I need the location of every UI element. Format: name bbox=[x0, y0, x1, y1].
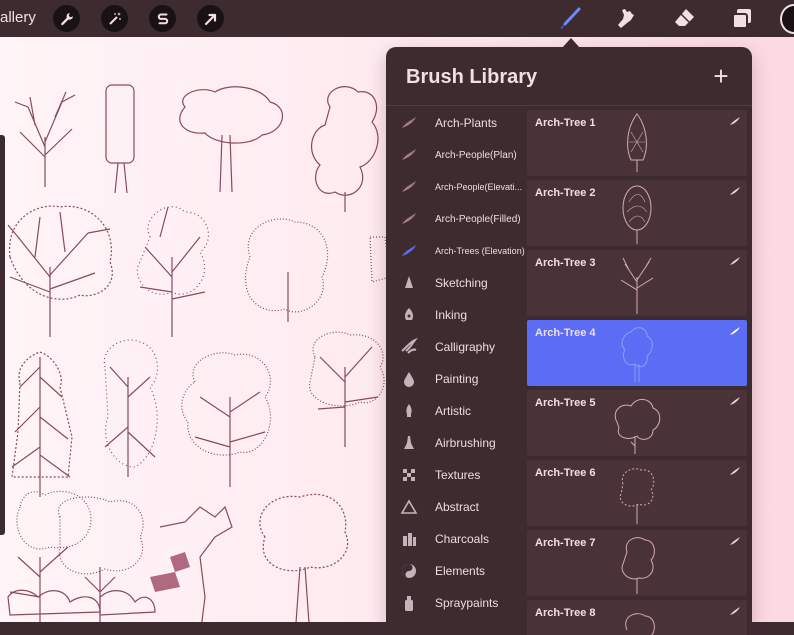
brush-stroke-icon bbox=[730, 257, 740, 265]
panel-title: Brush Library bbox=[406, 66, 538, 88]
brush-name: Arch-Tree 5 bbox=[535, 397, 596, 409]
smudge-icon[interactable] bbox=[612, 5, 640, 33]
tree-sketches-artwork bbox=[7, 84, 391, 635]
arrow-cursor-icon[interactable] bbox=[197, 5, 224, 32]
category-label: Textures bbox=[435, 468, 481, 482]
category-label: Abstract bbox=[435, 500, 480, 514]
triangle-icon bbox=[400, 498, 418, 516]
category-label: Calligraphy bbox=[435, 340, 496, 354]
selection-s-icon[interactable] bbox=[149, 5, 176, 32]
brush-preview bbox=[627, 113, 647, 172]
brush-name: Arch-Tree 3 bbox=[535, 257, 596, 269]
brush-icon[interactable] bbox=[556, 5, 584, 33]
category-spraypaints[interactable]: Spraypaints bbox=[386, 588, 526, 618]
category-label: Elements bbox=[435, 564, 486, 578]
brush-preview bbox=[621, 327, 653, 382]
texture-grid-icon bbox=[400, 466, 418, 484]
category-label: Sketching bbox=[435, 276, 488, 290]
brush-item-arch-tree-4[interactable]: Arch-Tree 4 bbox=[527, 320, 747, 386]
category-arch-people-elevation[interactable]: Arch-People(Elevati... bbox=[386, 172, 526, 202]
category-label: Spraypaints bbox=[435, 596, 499, 610]
category-arch-people-plan[interactable]: Arch-People(Plan) bbox=[386, 140, 526, 170]
category-label: Artistic bbox=[435, 404, 471, 418]
brush-preview bbox=[619, 468, 655, 524]
brush-stroke-icon bbox=[400, 210, 418, 228]
brush-stroke-icon bbox=[730, 187, 740, 195]
category-label: Charcoals bbox=[435, 532, 490, 546]
airbrush-icon bbox=[400, 434, 418, 452]
brush-stroke-icon bbox=[730, 607, 740, 615]
brush-stroke-icon bbox=[400, 178, 418, 196]
category-sketching[interactable]: Sketching bbox=[386, 268, 526, 298]
top-toolbar: allery bbox=[0, 0, 794, 37]
brush-preview bbox=[621, 537, 655, 594]
brush-preview bbox=[622, 185, 652, 244]
category-artistic[interactable]: Artistic bbox=[386, 396, 526, 426]
brush-name: Arch-Tree 6 bbox=[535, 467, 596, 479]
category-label: Arch-People(Elevati... bbox=[435, 182, 523, 192]
wrench-icon[interactable] bbox=[53, 5, 80, 32]
category-label: Airbrushing bbox=[435, 436, 496, 450]
category-label: Arch-People(Filled) bbox=[435, 213, 521, 225]
charcoal-icon bbox=[400, 530, 418, 548]
divider bbox=[386, 105, 752, 106]
brush-item-arch-tree-8[interactable]: Arch-Tree 8 bbox=[527, 600, 747, 635]
spray-can-icon bbox=[400, 594, 418, 612]
brush-name: Arch-Tree 7 bbox=[535, 537, 596, 549]
brush-stroke-icon bbox=[400, 146, 418, 164]
brush-name: Arch-Tree 8 bbox=[535, 607, 596, 619]
brush-name: Arch-Tree 2 bbox=[535, 187, 596, 199]
brush-name: Arch-Tree 1 bbox=[535, 117, 596, 129]
category-elements[interactable]: Elements bbox=[386, 556, 526, 586]
category-label: Arch-Plants bbox=[435, 116, 498, 130]
paint-drop-icon bbox=[400, 370, 418, 388]
calligraphy-icon bbox=[400, 338, 418, 356]
category-calligraphy[interactable]: Calligraphy bbox=[386, 332, 526, 362]
layers-icon[interactable] bbox=[728, 5, 756, 33]
gallery-button[interactable]: allery bbox=[0, 9, 36, 26]
brush-stroke-icon bbox=[400, 114, 418, 132]
brush-stroke-icon bbox=[730, 327, 740, 335]
category-airbrushing[interactable]: Airbrushing bbox=[386, 428, 526, 458]
eraser-icon[interactable] bbox=[670, 5, 698, 33]
pencil-tip-icon bbox=[400, 274, 418, 292]
magic-wand-icon[interactable] bbox=[101, 5, 128, 32]
category-charcoals[interactable]: Charcoals bbox=[386, 524, 526, 554]
brush-stroke-icon bbox=[730, 537, 740, 545]
side-sliders-bar[interactable] bbox=[0, 135, 5, 535]
yin-yang-icon bbox=[400, 562, 418, 580]
category-textures[interactable]: Textures bbox=[386, 460, 526, 490]
category-label: Inking bbox=[435, 308, 468, 322]
category-inking[interactable]: Inking bbox=[386, 300, 526, 330]
category-label: Painting bbox=[435, 372, 479, 386]
brush-stroke-icon bbox=[730, 117, 740, 125]
brush-item-arch-tree-7[interactable]: Arch-Tree 7 bbox=[527, 530, 747, 596]
ink-nib-icon bbox=[400, 306, 418, 324]
brush-preview bbox=[625, 613, 655, 635]
flame-brush-icon bbox=[400, 402, 418, 420]
brush-preview bbox=[614, 399, 661, 454]
brush-item-arch-tree-6[interactable]: Arch-Tree 6 bbox=[527, 460, 747, 526]
brush-item-arch-tree-1[interactable]: Arch-Tree 1 bbox=[527, 110, 747, 176]
brush-item-arch-tree-3[interactable]: Arch-Tree 3 bbox=[527, 250, 747, 316]
add-brush-button[interactable]: + bbox=[710, 63, 732, 89]
category-arch-plants[interactable]: Arch-Plants bbox=[386, 108, 526, 138]
category-label: Arch-People(Plan) bbox=[435, 149, 517, 161]
category-arch-people-filled[interactable]: Arch-People(Filled) bbox=[386, 204, 526, 234]
brush-stroke-icon bbox=[400, 242, 418, 260]
brush-library-panel: Brush Library + Arch-Plants Arch-People(… bbox=[386, 47, 752, 635]
category-arch-trees-elevation[interactable]: Arch-Trees (Elevation) bbox=[386, 236, 526, 266]
category-label: Arch-Trees (Elevation) bbox=[435, 246, 525, 256]
brush-item-arch-tree-2[interactable]: Arch-Tree 2 bbox=[527, 180, 747, 246]
category-painting[interactable]: Painting bbox=[386, 364, 526, 394]
brush-stroke-icon bbox=[730, 397, 740, 405]
brush-name: Arch-Tree 4 bbox=[535, 327, 596, 339]
brush-preview bbox=[620, 257, 654, 314]
brush-item-arch-tree-5[interactable]: Arch-Tree 5 bbox=[527, 390, 747, 456]
category-abstract[interactable]: Abstract bbox=[386, 492, 526, 522]
color-swatch[interactable] bbox=[780, 4, 794, 34]
brush-stroke-icon bbox=[730, 467, 740, 475]
